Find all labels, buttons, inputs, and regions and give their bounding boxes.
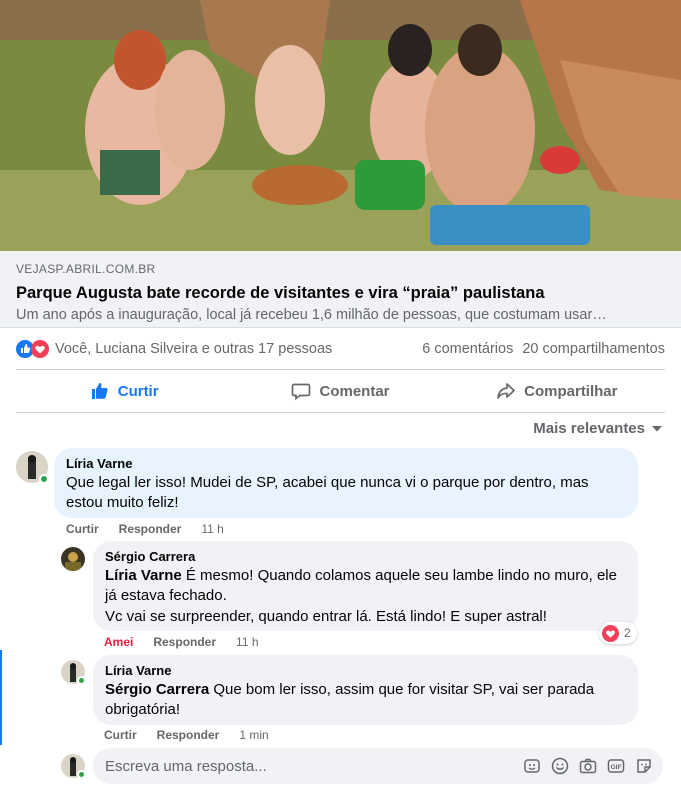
share-button[interactable]: Compartilhar (449, 370, 665, 412)
thumbs-up-icon (91, 383, 108, 399)
shares-count[interactable]: 20 compartilhamentos (522, 341, 665, 357)
thread-highlight-line (0, 650, 2, 745)
reaction-count: 2 (624, 626, 631, 640)
share-label: Compartilhar (524, 382, 618, 400)
comment-text: Vc vai se surpreender, quando entrar lá.… (105, 608, 547, 625)
comment-text: Que legal ler isso! Mudei de SP, acabei … (66, 474, 589, 511)
comment-text: Sérgio Carrera Que bom ler isso, assim q… (105, 681, 595, 718)
reactors-text[interactable]: Você, Luciana Silveira e outras 17 pesso… (55, 341, 422, 357)
online-indicator (39, 474, 49, 484)
link-domain: VEJASP.ABRIL.COM.BR (16, 262, 156, 276)
like-label: Curtir (117, 382, 159, 400)
reply-composer: GIF (93, 748, 663, 784)
like-button[interactable]: Curtir (16, 370, 232, 412)
avatar[interactable] (61, 547, 85, 571)
caret-down-icon (652, 425, 662, 431)
comment-reaction-badge[interactable]: 2 (599, 622, 637, 644)
share-icon (497, 383, 515, 399)
comment-timestamp[interactable]: 11 h (236, 635, 258, 649)
post-actions: Curtir Comentar Compartilhar (16, 370, 665, 412)
svg-text:GIF: GIF (611, 764, 622, 771)
comment-meta: Curtir Responder 1 min (104, 728, 269, 742)
mention[interactable]: Líria Varne (105, 567, 182, 584)
comment-author[interactable]: Líria Varne (66, 456, 626, 472)
comment-meta: Amei Responder 11 h (104, 635, 259, 649)
comment-love-link[interactable]: Amei (104, 635, 133, 649)
comment-reply-link[interactable]: Responder (153, 635, 216, 649)
comment-sort-dropdown[interactable]: Mais relevantes (533, 420, 663, 437)
comment-author[interactable]: Sérgio Carrera (105, 549, 626, 565)
online-indicator (77, 770, 86, 779)
comment-meta: Curtir Responder 11 h (66, 522, 224, 536)
reply-bubble: Líria Varne Sérgio Carrera Que bom ler i… (93, 655, 638, 725)
link-description: Um ano após a inauguração, local já rece… (16, 307, 607, 323)
comment-label: Comentar (319, 382, 390, 400)
divider (16, 412, 665, 413)
reply-bubble: Sérgio Carrera Líria Varne É mesmo! Quan… (93, 541, 638, 631)
sort-label: Mais relevantes (533, 420, 645, 437)
link-preview[interactable]: VEJASP.ABRIL.COM.BR Parque Augusta bate … (0, 251, 681, 328)
heart-icon (602, 624, 619, 642)
comment-timestamp[interactable]: 11 h (201, 522, 223, 536)
comment-text: Líria Varne É mesmo! Quando colamos aque… (105, 567, 617, 604)
comment-author[interactable]: Líria Varne (105, 663, 626, 679)
heart-icon (31, 340, 49, 358)
comment-button[interactable]: Comentar (232, 370, 448, 412)
comment-like-link[interactable]: Curtir (104, 728, 137, 742)
avatar[interactable] (16, 451, 49, 484)
reply-input[interactable] (105, 757, 523, 775)
avatar[interactable] (61, 660, 86, 685)
mention[interactable]: Sérgio Carrera (105, 681, 209, 698)
reaction-icons[interactable] (16, 340, 49, 358)
link-title[interactable]: Parque Augusta bate recorde de visitante… (16, 283, 665, 303)
comment-reply-link[interactable]: Responder (119, 522, 182, 536)
reactions-summary: Você, Luciana Silveira e outras 17 pesso… (16, 338, 665, 360)
post-image[interactable] (0, 0, 681, 251)
camera-icon[interactable] (579, 757, 597, 775)
comment-reply-link[interactable]: Responder (157, 728, 220, 742)
comments-count[interactable]: 6 comentários (422, 341, 513, 357)
avatar[interactable] (61, 754, 86, 779)
comment-bubble: Líria Varne Que legal ler isso! Mudei de… (54, 448, 638, 518)
gif-icon[interactable]: GIF (607, 757, 625, 775)
sticker-icon[interactable] (635, 757, 653, 775)
online-indicator (77, 676, 86, 685)
emoji-icon[interactable] (551, 757, 569, 775)
avatar-sticker-icon[interactable] (523, 757, 541, 775)
comment-icon (292, 383, 311, 401)
comment-like-link[interactable]: Curtir (66, 522, 99, 536)
comment-timestamp[interactable]: 1 min (239, 728, 268, 742)
